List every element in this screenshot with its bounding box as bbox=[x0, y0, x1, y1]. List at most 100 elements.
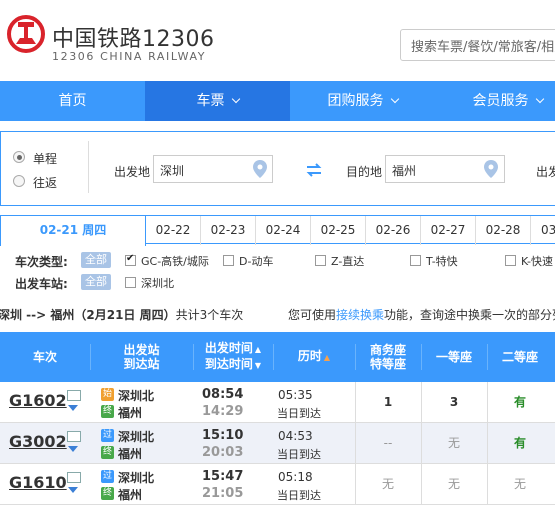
map-pin-icon[interactable] bbox=[253, 160, 267, 178]
arrive-time: 20:03 bbox=[202, 445, 244, 460]
checkbox-z-label: Z-直达 bbox=[331, 255, 365, 268]
main-nav: 首页 车票 团购服务 会员服务 bbox=[0, 81, 555, 121]
expand-stops-icon[interactable] bbox=[68, 487, 78, 493]
date-tab[interactable]: 02-24 bbox=[256, 216, 311, 245]
from-station: 深圳北 bbox=[118, 389, 155, 403]
start-badge: 始 bbox=[101, 388, 114, 401]
round-trip-label: 往返 bbox=[33, 176, 58, 190]
id-card-icon[interactable] bbox=[67, 390, 81, 401]
from-station: 深圳北 bbox=[118, 430, 155, 444]
checkbox-shenzhen-north-label: 深圳北 bbox=[141, 277, 174, 290]
date-tab-active[interactable]: 02-21 周四 bbox=[0, 216, 146, 246]
date-tab[interactable]: 02-27 bbox=[421, 216, 476, 245]
id-card-icon[interactable] bbox=[67, 472, 81, 483]
table-row: G1610 过 深圳北 终 福州 15:47 21:05 05:18 当日到达 … bbox=[0, 464, 555, 505]
end-badge: 终 bbox=[101, 487, 114, 500]
transfer-hint: 您可使用接续换乘功能，查询途中换乘一次的部分列车余票情况。 bbox=[288, 306, 555, 323]
date-tab[interactable]: 03 bbox=[531, 216, 555, 245]
expand-stops-icon[interactable] bbox=[68, 446, 78, 452]
id-card-icon[interactable] bbox=[67, 431, 81, 442]
departure-station-label: 出发车站: bbox=[15, 277, 68, 291]
pass-badge: 过 bbox=[101, 470, 114, 483]
col-second-class: 二等座 bbox=[501, 350, 538, 364]
from-label: 出发地 bbox=[114, 165, 151, 179]
col-times[interactable]: 出发时间 ▲ 到达时间 ▼ bbox=[193, 332, 273, 382]
date-tab[interactable]: 02-22 bbox=[146, 216, 201, 245]
to-station: 福州 bbox=[118, 488, 143, 502]
second-class-seat[interactable]: 有 bbox=[487, 382, 553, 423]
second-class-seat[interactable]: 有 bbox=[487, 423, 553, 464]
checkbox-gc[interactable] bbox=[125, 253, 136, 266]
checkbox-k[interactable] bbox=[505, 255, 516, 266]
pass-badge: 过 bbox=[101, 429, 114, 442]
one-way-label: 单程 bbox=[33, 152, 58, 166]
to-station: 福州 bbox=[118, 406, 143, 420]
depart-time: 08:54 bbox=[202, 387, 244, 402]
divider bbox=[88, 141, 89, 193]
arrive-time: 21:05 bbox=[202, 486, 244, 501]
radio-one-way[interactable] bbox=[13, 151, 25, 163]
first-class-seat[interactable]: 无 bbox=[421, 423, 487, 464]
chevron-down-icon bbox=[390, 94, 399, 104]
col-first-class: 一等座 bbox=[435, 350, 472, 364]
checkbox-d[interactable] bbox=[223, 255, 234, 266]
nav-tickets-label: 车票 bbox=[196, 93, 225, 109]
business-seat[interactable]: -- bbox=[355, 423, 421, 464]
duration: 05:35 bbox=[278, 388, 313, 402]
route-text: 深圳 --> 福州（2月21日 周四） bbox=[0, 308, 176, 322]
checkbox-k-label: K-快速 bbox=[521, 255, 554, 268]
nav-home-label: 首页 bbox=[58, 93, 87, 109]
chevron-down-icon bbox=[535, 94, 544, 104]
duration: 05:18 bbox=[278, 470, 313, 484]
brand-title: 中国铁路12306 bbox=[52, 27, 215, 52]
search-input[interactable]: 搜索车票/餐饮/常旅客/相关规章 bbox=[400, 29, 555, 61]
checkbox-t[interactable] bbox=[410, 255, 421, 266]
train-number-link[interactable]: G1602 bbox=[9, 391, 67, 410]
depart-time: 15:10 bbox=[202, 428, 244, 443]
nav-home[interactable]: 首页 bbox=[0, 81, 145, 121]
date-tab[interactable]: 02-28 bbox=[476, 216, 531, 245]
business-seat[interactable]: 无 bbox=[355, 464, 421, 505]
date-label-partial: 出发 bbox=[536, 165, 555, 179]
map-pin-icon[interactable] bbox=[484, 160, 498, 178]
chevron-down-icon bbox=[231, 94, 240, 104]
business-seat[interactable]: 1 bbox=[355, 382, 421, 423]
arrive-note: 当日到达 bbox=[277, 489, 321, 502]
nav-member-label: 会员服务 bbox=[472, 93, 529, 109]
filter-all-stations[interactable]: 全部 bbox=[81, 274, 111, 290]
col-train: 车次 bbox=[32, 350, 57, 364]
nav-tickets[interactable]: 车票 bbox=[145, 81, 290, 121]
train-number-link[interactable]: G1610 bbox=[9, 473, 67, 492]
checkbox-z[interactable] bbox=[315, 255, 326, 266]
filter-all-types[interactable]: 全部 bbox=[81, 252, 111, 268]
arrive-note: 当日到达 bbox=[277, 407, 321, 420]
end-badge: 终 bbox=[101, 405, 114, 418]
count-text: 共计3个车次 bbox=[175, 308, 244, 322]
first-class-seat[interactable]: 无 bbox=[421, 464, 487, 505]
table-row: G3002 过 深圳北 终 福州 15:10 20:03 04:53 当日到达 … bbox=[0, 423, 555, 464]
result-summary: 深圳 --> 福州（2月21日 周四）共计3个车次 bbox=[0, 306, 243, 323]
brand-subtitle: 12306 CHINA RAILWAY bbox=[52, 50, 207, 63]
depart-time: 15:47 bbox=[202, 469, 244, 484]
second-class-seat[interactable]: 无 bbox=[487, 464, 553, 505]
swap-arrows-icon[interactable] bbox=[305, 163, 323, 177]
radio-round-trip[interactable] bbox=[13, 175, 25, 187]
nav-member-service[interactable]: 会员服务 bbox=[435, 81, 555, 121]
to-station: 福州 bbox=[118, 447, 143, 461]
col-duration[interactable]: 历时 ▲ bbox=[273, 332, 355, 382]
col-stations: 出发站 到达站 bbox=[123, 343, 160, 371]
from-station: 深圳北 bbox=[118, 471, 155, 485]
transfer-link[interactable]: 接续换乘 bbox=[336, 308, 384, 322]
arrive-time: 14:29 bbox=[202, 404, 244, 419]
checkbox-shenzhen-north[interactable] bbox=[125, 277, 136, 288]
expand-stops-icon[interactable] bbox=[68, 405, 78, 411]
duration: 04:53 bbox=[278, 429, 313, 443]
date-tab[interactable]: 02-25 bbox=[311, 216, 366, 245]
date-tab[interactable]: 02-23 bbox=[201, 216, 256, 245]
train-number-link[interactable]: G3002 bbox=[9, 432, 67, 451]
table-row: G1602 始 深圳北 终 福州 08:54 14:29 05:35 当日到达 … bbox=[0, 382, 555, 423]
train-type-label: 车次类型: bbox=[15, 255, 68, 269]
first-class-seat[interactable]: 3 bbox=[421, 382, 487, 423]
nav-group-service[interactable]: 团购服务 bbox=[290, 81, 435, 121]
date-tab[interactable]: 02-26 bbox=[366, 216, 421, 245]
